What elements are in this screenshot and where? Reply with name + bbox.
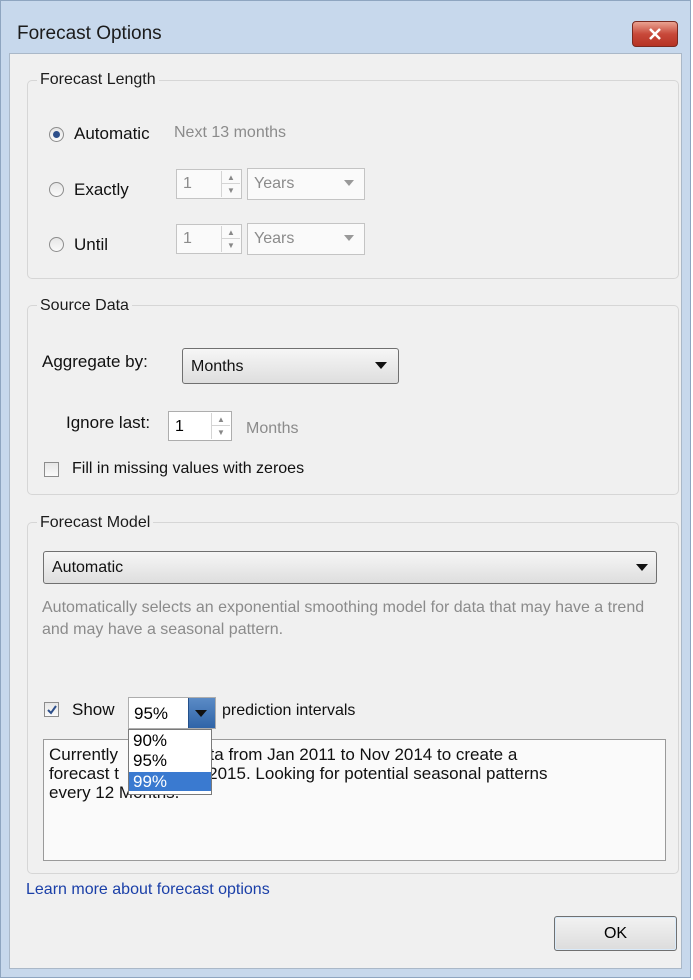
exactly-stepper-arrows[interactable]: ▲ ▼ [221,171,240,197]
interval-options-list[interactable]: 90% 95% 99% [128,729,212,795]
until-label: Until [74,235,109,254]
ok-button[interactable]: OK [554,916,677,951]
until-stepper-arrows[interactable]: ▲ ▼ [221,226,240,252]
dialog-title: Forecast Options [17,23,162,44]
show-label: Show [72,700,115,719]
until-number-value: 1 [183,230,192,247]
ignore-last-value: 1 [175,418,184,435]
chevron-down-icon [195,710,207,717]
summary-fragment: ce data from Jan 2011 to Nov 2014 to cre… [167,745,518,764]
interval-dropdown-button[interactable] [188,698,215,728]
down-arrow-icon[interactable]: ▼ [222,184,240,197]
ignore-last-arrows[interactable]: ▲ ▼ [211,413,230,439]
aggregate-by-value: Months [191,358,244,375]
summary-fragment: Currently [49,745,118,764]
exactly-number-stepper[interactable]: 1 ▲ ▼ [176,169,242,199]
forecast-model-label: Forecast Model [37,514,154,532]
until-radio[interactable] [49,237,64,252]
until-unit-select[interactable]: Years [247,223,365,255]
automatic-label: Automatic [74,124,150,143]
exactly-radio[interactable] [49,182,64,197]
chevron-down-icon [344,180,354,186]
fill-zeroes-label: Fill in missing values with zeroes [72,460,305,477]
exactly-label: Exactly [74,180,129,199]
forecast-length-label: Forecast Length [37,71,159,89]
show-intervals-checkbox[interactable] [44,702,59,717]
close-icon [649,28,661,40]
up-arrow-icon[interactable]: ▲ [222,171,240,184]
automatic-hint: Next 13 months [174,124,287,141]
learn-more-link[interactable]: Learn more about forecast options [26,881,270,899]
ignore-last-label: Ignore last: [66,413,151,432]
exactly-unit-select[interactable]: Years [247,168,365,200]
fill-zeroes-checkbox[interactable] [44,462,59,477]
ok-button-label: OK [603,925,628,942]
model-description: Automatically selects an exponential smo… [42,599,645,638]
exactly-number-value: 1 [183,175,192,192]
down-arrow-icon[interactable]: ▼ [212,426,230,439]
interval-value: 95% [134,704,169,723]
chevron-down-icon [636,564,648,571]
exactly-unit-value: Years [254,175,295,192]
forecast-model-select[interactable]: Automatic [43,551,657,584]
interval-suffix: prediction intervals [222,702,356,719]
summary-fragment: c 2015. Looking for potential seasonal p… [194,764,548,783]
until-unit-value: Years [254,230,295,247]
forecast-options-dialog: Forecast Options Forecast Length Automat… [0,0,691,978]
chevron-down-icon [375,362,387,369]
checkmark-icon [47,705,57,715]
summary-fragment: forecast t [49,764,119,783]
down-arrow-icon[interactable]: ▼ [222,239,240,252]
up-arrow-icon[interactable]: ▲ [212,413,230,426]
interval-option-95[interactable]: 95% [129,751,211,770]
aggregate-by-select[interactable]: Months [182,348,399,384]
automatic-radio[interactable] [49,127,64,142]
title-bar[interactable]: Forecast Options [1,1,690,53]
aggregate-by-label: Aggregate by: [42,352,148,371]
ignore-last-stepper[interactable]: 1 ▲ ▼ [168,411,232,441]
close-button[interactable] [632,21,678,47]
interval-select[interactable]: 95% [128,697,216,729]
up-arrow-icon[interactable]: ▲ [222,226,240,239]
chevron-down-icon [344,235,354,241]
until-number-stepper[interactable]: 1 ▲ ▼ [176,224,242,254]
forecast-model-value: Automatic [52,559,124,576]
source-data-label: Source Data [37,297,132,315]
dialog-body: Forecast Length Automatic Next 13 months… [9,53,682,969]
interval-option-99[interactable]: 99% [129,772,211,791]
interval-option-90[interactable]: 90% [129,731,211,750]
ignore-last-unit: Months [246,420,299,437]
